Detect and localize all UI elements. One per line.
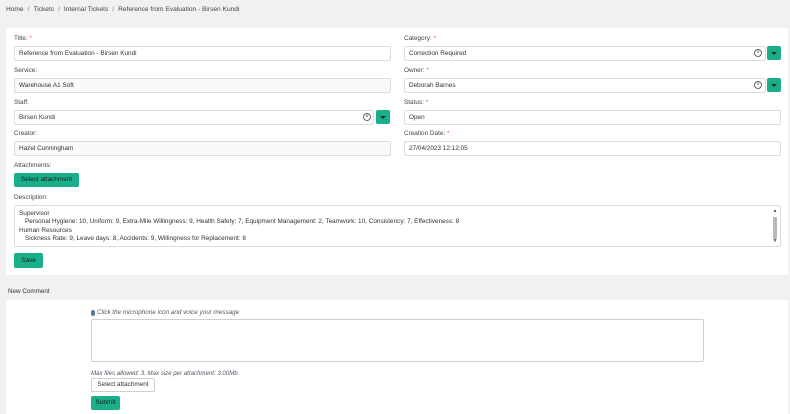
breadcrumb-current: Reference from Evaluation - Birsen Kundi <box>118 6 240 13</box>
mic-hint-text: Click the microphone icon and voice your… <box>97 309 240 316</box>
description-scrollbar[interactable]: ▲ ▼ <box>772 208 778 244</box>
description-label: Description: <box>14 194 48 201</box>
status-input[interactable]: Open <box>404 110 781 125</box>
comment-textarea[interactable] <box>91 319 704 362</box>
title-label: Title: * <box>14 35 32 42</box>
submit-button[interactable]: Submit <box>91 396 120 410</box>
description-textarea[interactable]: Supervisor Personal Hygiene: 10, Uniform… <box>14 205 781 247</box>
max-files-note: Max files allowed: 3. Max size per attac… <box>91 370 240 377</box>
creator-input[interactable]: Hazel Cunningham <box>14 141 391 156</box>
ticket-form-card: Title: * Reference from Evaluation - Bir… <box>6 28 788 275</box>
owner-select[interactable]: Deborah Barnes <box>404 78 766 93</box>
attachments-label: Attachments: <box>14 162 52 169</box>
x-circle-icon[interactable]: × <box>754 49 762 57</box>
creation-date-input[interactable]: 27/04/2023 12:12:05 <box>404 141 781 156</box>
breadcrumb: Home / Tickets / Internal Tickets / Refe… <box>6 6 239 13</box>
scrollbar-thumb[interactable] <box>773 217 777 239</box>
breadcrumb-internal-tickets[interactable]: Internal Tickets <box>64 6 108 13</box>
breadcrumb-home[interactable]: Home <box>6 6 24 13</box>
title-input[interactable]: Reference from Evaluation - Birsen Kundi <box>14 46 391 61</box>
new-comment-label: New Comment <box>8 288 50 295</box>
microphone-icon[interactable] <box>91 309 95 316</box>
staff-label: Staff: <box>14 99 29 106</box>
breadcrumb-separator: / <box>27 6 30 13</box>
category-select[interactable]: Correction Required <box>404 46 766 61</box>
staff-dropdown-button[interactable] <box>376 110 390 124</box>
status-label: Status: * <box>404 99 429 106</box>
x-circle-icon[interactable]: × <box>363 113 371 121</box>
description-line: Personal Hygiene: 10, Uniform: 9, Extra-… <box>25 218 460 226</box>
category-label: Category: * <box>404 35 436 42</box>
mic-hint: Click the microphone icon and voice your… <box>91 309 239 316</box>
category-dropdown-button[interactable] <box>767 46 781 60</box>
breadcrumb-tickets[interactable]: Tickets <box>33 6 54 13</box>
service-label: Service: <box>14 67 38 74</box>
creator-label: Creator: <box>14 130 38 137</box>
breadcrumb-separator: / <box>58 6 60 13</box>
x-circle-icon[interactable]: × <box>754 81 762 89</box>
save-button[interactable]: Save <box>14 253 43 268</box>
service-input[interactable]: Warehouse A1 Soft <box>14 78 391 93</box>
breadcrumb-separator: / <box>112 6 115 13</box>
description-line: Sickness Rate: 9, Leave days: 8, Acciden… <box>25 234 246 242</box>
comment-select-attachment-button[interactable]: Select attachment <box>91 378 155 392</box>
owner-label: Owner: * <box>404 67 429 74</box>
select-attachment-button[interactable]: Select attachment <box>14 173 79 187</box>
comment-panel: Click the microphone icon and voice your… <box>6 300 788 414</box>
scroll-down-icon[interactable]: ▼ <box>772 238 778 244</box>
description-line: Human Resources <box>19 226 72 234</box>
creation-date-label: Creation Date: * <box>404 130 450 137</box>
description-line: Supervisor <box>19 210 50 217</box>
owner-dropdown-button[interactable] <box>767 78 781 92</box>
staff-select[interactable]: Birsen Kundi <box>14 110 374 125</box>
scroll-up-icon[interactable]: ▲ <box>772 208 778 214</box>
